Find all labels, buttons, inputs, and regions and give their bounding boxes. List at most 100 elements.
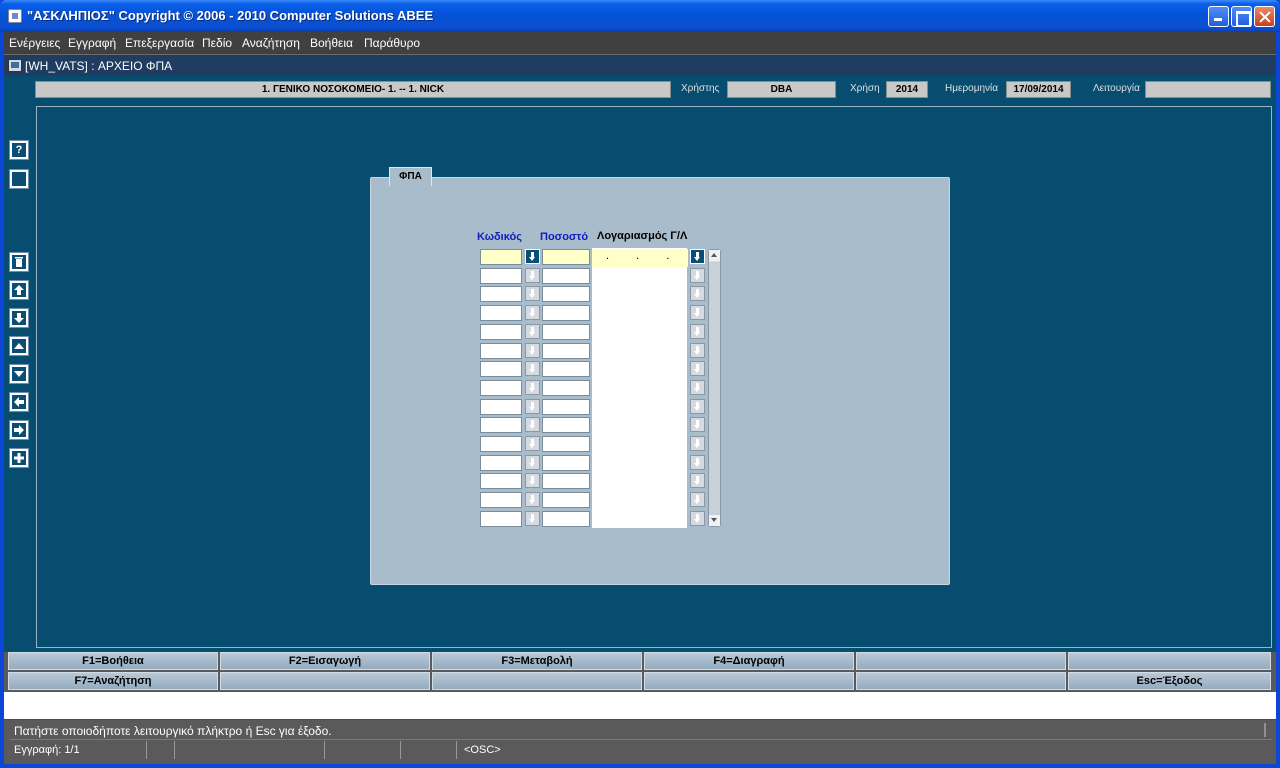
account-lov-icon[interactable] bbox=[690, 286, 705, 301]
code-lov-icon[interactable] bbox=[525, 436, 540, 451]
fkey-empty-3[interactable] bbox=[220, 672, 430, 690]
fkey-empty-6[interactable] bbox=[856, 672, 1066, 690]
code-field[interactable] bbox=[480, 268, 522, 284]
close-button[interactable] bbox=[1254, 6, 1275, 27]
code-lov-icon[interactable] bbox=[525, 268, 540, 283]
status-divider bbox=[1264, 723, 1266, 737]
code-lov-icon[interactable] bbox=[525, 473, 540, 488]
percent-field[interactable] bbox=[542, 511, 590, 527]
code-lov-icon[interactable] bbox=[525, 249, 540, 264]
code-lov-icon[interactable] bbox=[525, 492, 540, 507]
percent-field[interactable] bbox=[542, 380, 590, 396]
code-lov-icon[interactable] bbox=[525, 361, 540, 376]
record-indicator: Εγγραφή: 1/1 bbox=[14, 744, 80, 756]
percent-field[interactable] bbox=[542, 399, 590, 415]
account-lov-icon[interactable] bbox=[690, 492, 705, 507]
code-field[interactable] bbox=[480, 492, 522, 508]
code-field[interactable] bbox=[480, 324, 522, 340]
f7-search-button[interactable]: F7=Αναζήτηση bbox=[8, 672, 218, 690]
account-lov-icon[interactable] bbox=[690, 380, 705, 395]
percent-field[interactable] bbox=[542, 455, 590, 471]
status-separator bbox=[324, 741, 325, 759]
percent-field[interactable] bbox=[542, 286, 590, 302]
code-field[interactable] bbox=[480, 380, 522, 396]
account-lov-icon[interactable] bbox=[690, 473, 705, 488]
account-field-current[interactable]: . . . . bbox=[592, 249, 688, 267]
spacer bbox=[4, 692, 1276, 719]
application-window: "ΑΣΚΛΗΠΙΟΣ" Copyright © 2006 - 2010 Comp… bbox=[0, 0, 1280, 768]
status-separator bbox=[146, 741, 147, 759]
account-lov-icon[interactable] bbox=[690, 399, 705, 414]
status-bar: Πατήστε οποιοδήποτε λειτουργικό πλήκτρο … bbox=[4, 720, 1276, 764]
account-lov-icon[interactable] bbox=[690, 511, 705, 526]
percent-field[interactable] bbox=[542, 492, 590, 508]
percent-field[interactable] bbox=[542, 417, 590, 433]
percent-field[interactable] bbox=[542, 343, 590, 359]
mode-indicator: <OSC> bbox=[464, 744, 501, 756]
scroll-down-icon[interactable] bbox=[709, 515, 720, 526]
code-field[interactable] bbox=[480, 473, 522, 489]
scroll-thumb[interactable] bbox=[709, 262, 720, 515]
code-lov-icon[interactable] bbox=[525, 417, 540, 432]
account-lov-icon[interactable] bbox=[690, 249, 705, 264]
f4-delete-button[interactable]: F4=Διαγραφή bbox=[644, 652, 854, 670]
code-column-header[interactable]: Κωδικός bbox=[477, 231, 522, 243]
account-lov-icon[interactable] bbox=[690, 417, 705, 432]
fkey-empty-4[interactable] bbox=[432, 672, 642, 690]
account-column-header: Λογαριασμός Γ/Λ bbox=[597, 230, 688, 242]
account-lov-icon[interactable] bbox=[690, 324, 705, 339]
code-field[interactable] bbox=[480, 343, 522, 359]
fkey-empty-5[interactable] bbox=[644, 672, 854, 690]
scroll-up-icon[interactable] bbox=[709, 250, 720, 261]
f1-help-button[interactable]: F1=Βοήθεια bbox=[8, 652, 218, 670]
percent-field[interactable] bbox=[542, 361, 590, 377]
vat-form-layer: ΦΠΑ Κωδικός Ποσοστό Λογαριασμός Γ/Λ . . … bbox=[4, 32, 1276, 652]
code-field[interactable] bbox=[480, 511, 522, 527]
status-separator bbox=[400, 741, 401, 759]
account-lov-icon[interactable] bbox=[690, 343, 705, 358]
account-lov-icon[interactable] bbox=[690, 455, 705, 470]
code-lov-icon[interactable] bbox=[525, 324, 540, 339]
tab-vat[interactable]: ΦΠΑ bbox=[389, 167, 432, 186]
code-field[interactable] bbox=[480, 417, 522, 433]
code-lov-icon[interactable] bbox=[525, 511, 540, 526]
code-lov-icon[interactable] bbox=[525, 399, 540, 414]
percent-field[interactable] bbox=[542, 249, 590, 265]
minimize-button[interactable] bbox=[1208, 6, 1229, 27]
percent-column-header[interactable]: Ποσοστό bbox=[540, 231, 588, 243]
code-lov-icon[interactable] bbox=[525, 380, 540, 395]
percent-field[interactable] bbox=[542, 436, 590, 452]
percent-field[interactable] bbox=[542, 473, 590, 489]
account-column-area bbox=[592, 248, 688, 528]
percent-field[interactable] bbox=[542, 324, 590, 340]
account-lov-icon[interactable] bbox=[690, 305, 705, 320]
code-field[interactable] bbox=[480, 361, 522, 377]
client-area: Ενέργειες Εγγραφή Επεξεργασία Πεδίο Αναζ… bbox=[4, 32, 1276, 764]
account-lov-icon[interactable] bbox=[690, 361, 705, 376]
maximize-button[interactable] bbox=[1231, 6, 1252, 27]
vat-scrollbar[interactable] bbox=[708, 249, 721, 527]
percent-field[interactable] bbox=[542, 305, 590, 321]
window-title: "ΑΣΚΛΗΠΙΟΣ" Copyright © 2006 - 2010 Comp… bbox=[27, 8, 434, 23]
code-lov-icon[interactable] bbox=[525, 343, 540, 358]
code-field[interactable] bbox=[480, 249, 522, 265]
f3-modify-button[interactable]: F3=Μεταβολή bbox=[432, 652, 642, 670]
fkey-empty-2[interactable] bbox=[1068, 652, 1271, 670]
esc-exit-button[interactable]: Esc=Έξοδος bbox=[1068, 672, 1271, 690]
title-bar[interactable]: "ΑΣΚΛΗΠΙΟΣ" Copyright © 2006 - 2010 Comp… bbox=[0, 0, 1280, 32]
app-icon[interactable] bbox=[8, 9, 22, 23]
status-separator bbox=[174, 741, 175, 759]
code-field[interactable] bbox=[480, 305, 522, 321]
account-lov-icon[interactable] bbox=[690, 436, 705, 451]
code-field[interactable] bbox=[480, 399, 522, 415]
fkey-empty-1[interactable] bbox=[856, 652, 1066, 670]
f2-insert-button[interactable]: F2=Εισαγωγή bbox=[220, 652, 430, 670]
code-lov-icon[interactable] bbox=[525, 305, 540, 320]
code-lov-icon[interactable] bbox=[525, 286, 540, 301]
code-lov-icon[interactable] bbox=[525, 455, 540, 470]
code-field[interactable] bbox=[480, 455, 522, 471]
account-lov-icon[interactable] bbox=[690, 268, 705, 283]
percent-field[interactable] bbox=[542, 268, 590, 284]
code-field[interactable] bbox=[480, 436, 522, 452]
code-field[interactable] bbox=[480, 286, 522, 302]
